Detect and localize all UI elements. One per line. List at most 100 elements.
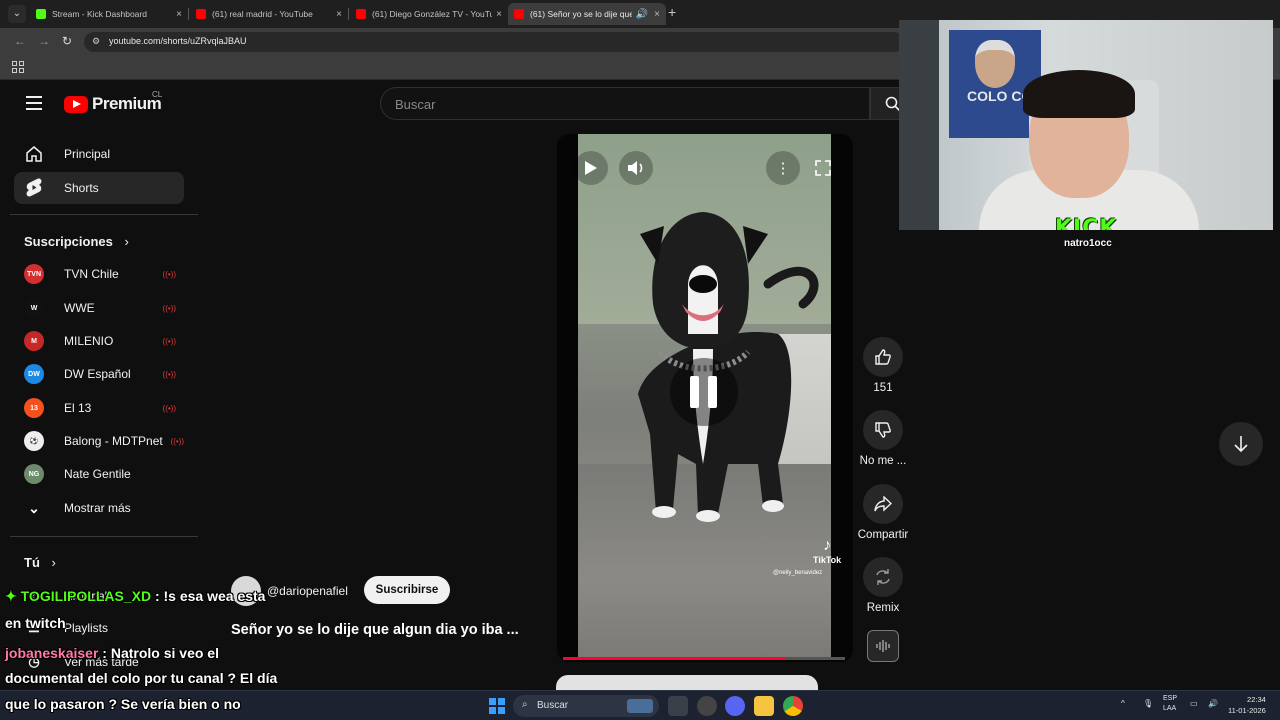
browser-tab[interactable]: (61) Diego González TV - YouTu × xyxy=(350,3,508,25)
next-short-button[interactable] xyxy=(1219,422,1263,466)
youtube-logo-icon xyxy=(64,95,88,113)
speaker-icon[interactable]: 🔊 xyxy=(636,9,648,20)
sidebar-divider xyxy=(10,536,198,537)
subscriptions-heading-label: Suscripciones xyxy=(24,234,113,249)
more-options-button[interactable]: ⋮ xyxy=(766,151,800,185)
kick-favicon-icon xyxy=(36,9,46,19)
taskbar-search[interactable]: ⌕ Buscar xyxy=(513,695,659,717)
tab-title: (61) Diego González TV - YouTu xyxy=(372,9,493,19)
kick-logo: KICK xyxy=(1055,216,1118,230)
apps-grid-icon[interactable] xyxy=(12,61,24,73)
video-progress-bar[interactable] xyxy=(563,657,845,660)
chevron-down-icon: ⌄ xyxy=(28,499,40,516)
tray-chevron-icon[interactable]: ^ xyxy=(1121,699,1125,708)
task-view-icon[interactable] xyxy=(668,696,688,716)
subscription-item[interactable]: NG Nate Gentile xyxy=(24,458,184,490)
chevron-right-icon: › xyxy=(124,234,129,249)
tab-search-dropdown[interactable]: ⌄ xyxy=(8,5,26,23)
share-button[interactable] xyxy=(863,484,903,524)
youtube-favicon-icon xyxy=(356,9,366,19)
subscription-item[interactable]: M MILENIO ((•)) xyxy=(24,325,184,357)
pause-button[interactable] xyxy=(670,358,738,426)
subscriptions-heading[interactable]: Suscripciones › xyxy=(24,234,129,249)
live-indicator-icon: ((•)) xyxy=(162,270,176,279)
channel-avatar: ⚽ xyxy=(24,431,44,451)
shorts-icon xyxy=(24,178,44,198)
windows-start-icon[interactable] xyxy=(489,698,505,714)
chrome-icon[interactable] xyxy=(783,696,803,716)
reload-icon[interactable]: ↻ xyxy=(62,34,72,48)
fullscreen-icon xyxy=(815,160,831,176)
play-icon xyxy=(585,161,597,175)
menu-icon[interactable] xyxy=(26,96,42,110)
browser-tab[interactable]: Stream - Kick Dashboard × xyxy=(30,3,188,25)
sound-remix-button[interactable] xyxy=(867,630,899,662)
youtube-favicon-icon xyxy=(196,9,206,19)
discord-icon[interactable] xyxy=(725,696,745,716)
close-tab-icon[interactable]: × xyxy=(176,9,182,20)
show-more-button[interactable]: ⌄ Mostrar más xyxy=(24,492,184,524)
taskbar-clock[interactable]: 22:34 11-01-2026 xyxy=(1228,694,1266,716)
forward-arrow-icon[interactable]: → xyxy=(38,34,50,48)
close-tab-icon[interactable]: × xyxy=(336,9,342,20)
show-more-label: Mostrar más xyxy=(64,501,131,515)
share-icon xyxy=(874,496,892,512)
url-field[interactable]: ⚙ youtube.com/shorts/uZRvqlaJBAU xyxy=(84,32,904,52)
fullscreen-button[interactable] xyxy=(806,151,840,185)
country-code: CL xyxy=(152,90,163,99)
network-icon[interactable]: ▭ xyxy=(1190,699,1198,708)
channel-name: DW Español xyxy=(64,367,131,381)
volume-button[interactable] xyxy=(619,151,653,185)
short-title[interactable]: Señor yo se lo dije que algun dia yo iba… xyxy=(231,622,519,638)
subscription-item[interactable]: DW DW Español ((•)) xyxy=(24,358,184,390)
chat-text: en twitch xyxy=(5,615,66,631)
chevron-right-icon: › xyxy=(51,555,56,570)
file-explorer-icon[interactable] xyxy=(754,696,774,716)
channel-name: WWE xyxy=(64,301,95,315)
steam-icon[interactable] xyxy=(697,696,717,716)
sidebar-item-label: Shorts xyxy=(64,181,99,195)
back-arrow-icon[interactable]: ← xyxy=(14,34,26,48)
tiktok-watermark: ♪ TikTok xyxy=(813,537,841,565)
tab-title: Stream - Kick Dashboard xyxy=(52,9,147,19)
sidebar-item-home[interactable]: Principal xyxy=(14,138,184,170)
search-input[interactable]: Buscar xyxy=(380,87,870,120)
subscribe-button[interactable]: Suscribirse xyxy=(364,576,450,604)
dislike-button[interactable] xyxy=(863,410,903,450)
tab-separator xyxy=(188,8,189,20)
language-indicator[interactable]: ESP LAA xyxy=(1163,694,1177,714)
like-button[interactable] xyxy=(863,337,903,377)
channel-avatar: TVN xyxy=(24,264,44,284)
tab-title: (61) Señor yo se lo dije que xyxy=(530,9,632,19)
subscription-item[interactable]: TVN TVN Chile ((•)) xyxy=(24,258,184,290)
sidebar-item-label: Playlists xyxy=(64,621,109,635)
you-heading-label: Tú xyxy=(24,555,40,570)
close-tab-icon[interactable]: × xyxy=(654,9,660,20)
live-indicator-icon: ((•)) xyxy=(162,304,176,313)
microphone-icon[interactable]: 🎙 xyxy=(1143,699,1153,708)
you-heading[interactable]: Tú › xyxy=(24,555,56,570)
close-tab-icon[interactable]: × xyxy=(496,9,502,20)
play-button[interactable] xyxy=(574,151,608,185)
subscription-item[interactable]: W WWE ((•)) xyxy=(24,292,184,324)
site-info-icon[interactable]: ⚙ xyxy=(92,36,102,46)
subscription-item[interactable]: 13 El 13 ((•)) xyxy=(24,392,184,424)
chat-text: que lo pasaron ? Se vería bien o no xyxy=(5,696,241,712)
language-bottom: LAA xyxy=(1163,705,1177,712)
channel-avatar: DW xyxy=(24,364,44,384)
sidebar-item-shorts[interactable]: Shorts xyxy=(14,172,184,204)
youtube-favicon-icon xyxy=(514,9,524,19)
channel-name: TVN Chile xyxy=(64,267,119,281)
new-tab-icon[interactable]: + xyxy=(668,4,676,20)
subscription-item[interactable]: ⚽ Balong - MDTPnet ((•)) xyxy=(24,425,184,457)
remix-button[interactable] xyxy=(863,557,903,597)
arrow-down-icon xyxy=(1234,436,1248,453)
tiktok-logo-icon: ♪ xyxy=(823,537,832,554)
chat-text: : Natrolo si veo el xyxy=(102,645,219,661)
browser-tab[interactable]: (61) real madrid - YouTube × xyxy=(190,3,348,25)
browser-tab-active[interactable]: (61) Señor yo se lo dije que 🔊 × xyxy=(508,3,666,25)
speaker-icon[interactable]: 🔊 xyxy=(1208,699,1218,708)
url-text: youtube.com/shorts/uZRvqlaJBAU xyxy=(109,36,247,46)
youtube-premium-logo[interactable]: Premium CL xyxy=(64,90,162,114)
channel-avatar: M xyxy=(24,331,44,351)
